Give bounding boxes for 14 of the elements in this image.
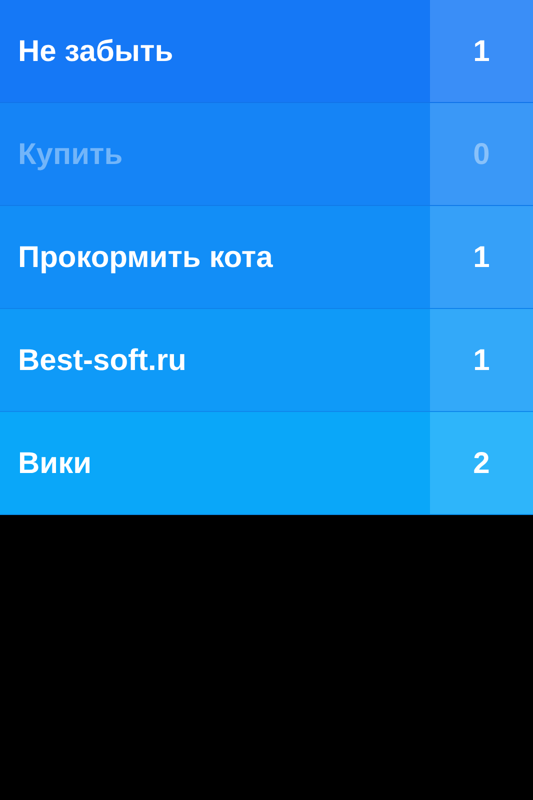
list-title: Best-soft.ru: [18, 342, 186, 378]
item-count: 1: [473, 342, 490, 378]
list-title: Прокормить кота: [18, 240, 273, 276]
item-count: 1: [473, 240, 490, 276]
list-row[interactable]: Не забыть 1: [0, 0, 533, 103]
list-title: Вики: [18, 446, 92, 482]
list-row[interactable]: Вики 2: [0, 412, 533, 515]
list-title: Не забыть: [18, 34, 174, 70]
list-title: Купить: [18, 136, 123, 172]
list-row[interactable]: Прокормить кота 1: [0, 206, 533, 309]
item-count: 0: [473, 136, 490, 172]
item-count: 1: [473, 34, 490, 70]
item-count: 2: [473, 446, 490, 482]
list-row[interactable]: Best-soft.ru 1: [0, 309, 533, 412]
